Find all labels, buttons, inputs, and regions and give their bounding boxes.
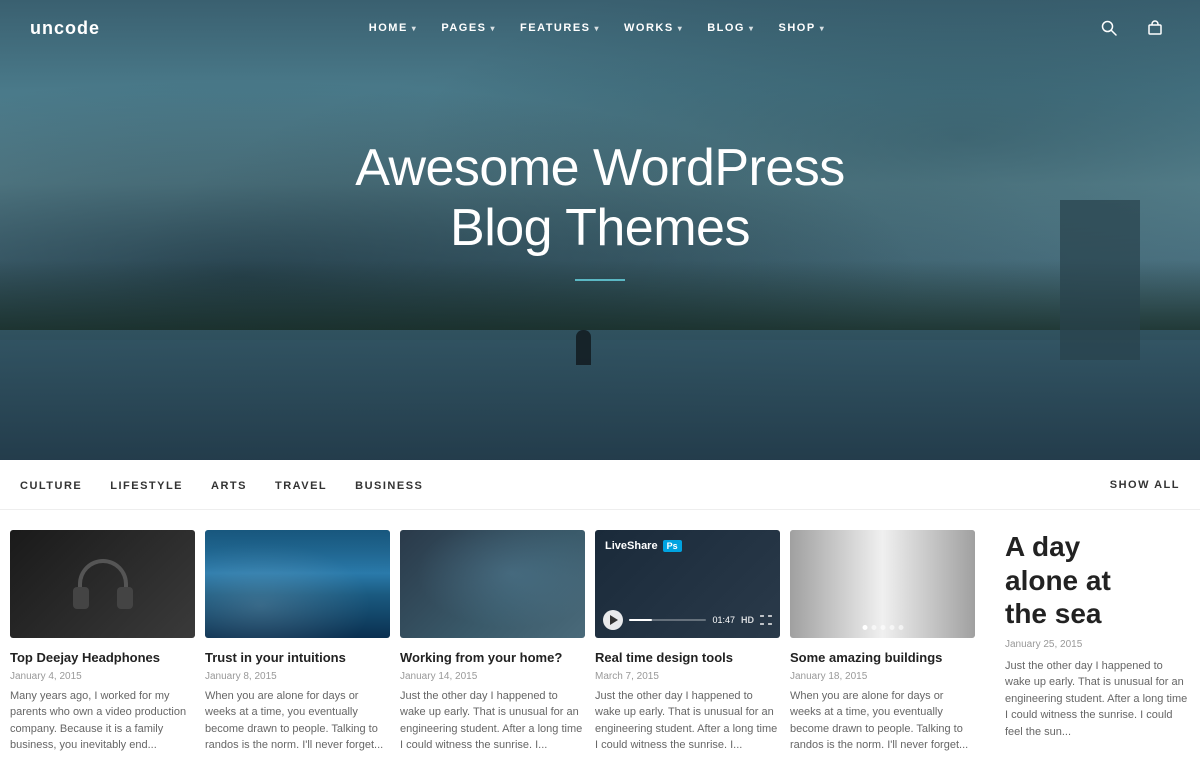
filter-link-travel[interactable]: TRAVEL (275, 480, 327, 492)
filter-item-business[interactable]: BUSINESS (355, 476, 423, 494)
building-dots (862, 625, 903, 630)
chevron-down-icon: ▾ (491, 24, 497, 33)
cart-icon (1147, 20, 1163, 36)
post-card-2: Trust in your intuitions January 8, 2015… (205, 530, 390, 754)
post-title-3[interactable]: Working from your home? (400, 650, 585, 667)
video-time: 01:47 (712, 615, 735, 625)
post-card-5: Some amazing buildings January 18, 2015 … (790, 530, 975, 754)
filter-link-arts[interactable]: ARTS (211, 480, 247, 492)
hero-divider (575, 279, 625, 281)
nav-item-blog[interactable]: BLOG ▾ (707, 22, 754, 34)
post-card-4: LiveShare Ps 01:47 HD Real time design (595, 530, 780, 754)
filter-item-culture[interactable]: CULTURE (20, 476, 82, 494)
nav-link-home[interactable]: HOME ▾ (369, 22, 418, 34)
post-excerpt-1: Many years ago, I worked for my parents … (10, 688, 195, 754)
hd-badge: HD (741, 615, 754, 625)
hero-person (576, 330, 591, 365)
navbar: uncode HOME ▾ PAGES ▾ FEATURES ▾ WORKS ▾ (0, 0, 1200, 56)
hero-building (1060, 200, 1140, 360)
hero-title: Awesome WordPress Blog Themes (355, 139, 845, 259)
video-title-label: LiveShare (605, 540, 658, 552)
site-logo[interactable]: uncode (30, 18, 100, 39)
search-button[interactable] (1094, 13, 1124, 43)
nav-item-works[interactable]: WORKS ▾ (624, 22, 683, 34)
show-all-link[interactable]: SHOW ALL (1110, 479, 1180, 491)
nav-item-pages[interactable]: PAGES ▾ (441, 22, 496, 34)
post-date-6: January 25, 2015 (1005, 639, 1190, 650)
post-date-5: January 18, 2015 (790, 671, 975, 682)
ps-badge: Ps (663, 540, 682, 552)
hero-content: Awesome WordPress Blog Themes (335, 139, 865, 281)
post-image-5[interactable] (790, 530, 975, 638)
filter-link-lifestyle[interactable]: LIFESTYLE (110, 480, 183, 492)
waves-overlay (205, 530, 390, 638)
video-controls[interactable]: 01:47 HD (603, 610, 772, 630)
nav-link-blog[interactable]: BLOG ▾ (707, 22, 754, 34)
nav-link-works[interactable]: WORKS ▾ (624, 22, 683, 34)
fullscreen-icon[interactable] (760, 615, 772, 625)
filter-item-arts[interactable]: ARTS (211, 476, 247, 494)
building-corridor (790, 530, 975, 638)
nav-links: HOME ▾ PAGES ▾ FEATURES ▾ WORKS ▾ BLOG (369, 22, 825, 34)
nav-link-shop[interactable]: SHOP ▾ (779, 22, 826, 34)
chevron-down-icon: ▾ (820, 24, 826, 33)
navbar-icons (1094, 13, 1170, 43)
cart-button[interactable] (1140, 13, 1170, 43)
dot-3 (880, 625, 885, 630)
blog-grid: Top Deejay Headphones January 4, 2015 Ma… (0, 510, 1200, 774)
post-excerpt-5: When you are alone for days or weeks at … (790, 688, 975, 754)
laptop-overlay (400, 530, 585, 638)
play-button[interactable] (603, 610, 623, 630)
post-image-2[interactable] (205, 530, 390, 638)
post-image-1[interactable] (10, 530, 195, 638)
nav-item-features[interactable]: FEATURES ▾ (520, 22, 600, 34)
post-date-1: January 4, 2015 (10, 671, 195, 682)
nav-link-pages[interactable]: PAGES ▾ (441, 22, 496, 34)
post-image-4[interactable]: LiveShare Ps 01:47 HD (595, 530, 780, 638)
post-card-6: A dayalone atthe sea January 25, 2015 Ju… (985, 530, 1190, 754)
post-date-2: January 8, 2015 (205, 671, 390, 682)
filter-link-business[interactable]: BUSINESS (355, 480, 423, 492)
post-date-4: March 7, 2015 (595, 671, 780, 682)
chevron-down-icon: ▾ (595, 24, 601, 33)
nav-item-home[interactable]: HOME ▾ (369, 22, 418, 34)
search-icon (1101, 20, 1117, 36)
post-title-2[interactable]: Trust in your intuitions (205, 650, 390, 667)
post-title-1[interactable]: Top Deejay Headphones (10, 650, 195, 667)
post-title-6[interactable]: A dayalone atthe sea (1005, 530, 1190, 631)
post-date-3: January 14, 2015 (400, 671, 585, 682)
nav-item-shop[interactable]: SHOP ▾ (779, 22, 826, 34)
filter-bar: CULTURE LIFESTYLE ARTS TRAVEL BUSINESS S… (0, 460, 1200, 510)
hero-section: Awesome WordPress Blog Themes (0, 0, 1200, 460)
post-card-1: Top Deejay Headphones January 4, 2015 Ma… (10, 530, 195, 754)
headphones-icon (73, 559, 133, 609)
dot-2 (871, 625, 876, 630)
post-image-3[interactable] (400, 530, 585, 638)
post-excerpt-3: Just the other day I happened to wake up… (400, 688, 585, 754)
chevron-down-icon: ▾ (749, 24, 755, 33)
post-excerpt-2: When you are alone for days or weeks at … (205, 688, 390, 754)
post-title-5[interactable]: Some amazing buildings (790, 650, 975, 667)
filter-item-lifestyle[interactable]: LIFESTYLE (110, 476, 183, 494)
dot-1 (862, 625, 867, 630)
chevron-down-icon: ▾ (678, 24, 684, 33)
dot-5 (898, 625, 903, 630)
hero-landscape (0, 260, 1200, 460)
filter-categories: CULTURE LIFESTYLE ARTS TRAVEL BUSINESS (20, 476, 423, 494)
chevron-down-icon: ▾ (412, 24, 418, 33)
video-progress-fill (629, 619, 652, 621)
video-progress-bar[interactable] (629, 619, 706, 621)
post-excerpt-6: Just the other day I happened to wake up… (1005, 658, 1190, 741)
filter-link-culture[interactable]: CULTURE (20, 480, 82, 492)
post-card-3: Working from your home? January 14, 2015… (400, 530, 585, 754)
video-header: LiveShare Ps (605, 540, 682, 552)
nav-link-features[interactable]: FEATURES ▾ (520, 22, 600, 34)
dot-4 (889, 625, 894, 630)
post-title-4[interactable]: Real time design tools (595, 650, 780, 667)
hero-water (0, 330, 1200, 460)
filter-item-travel[interactable]: TRAVEL (275, 476, 327, 494)
post-excerpt-4: Just the other day I happened to wake up… (595, 688, 780, 754)
